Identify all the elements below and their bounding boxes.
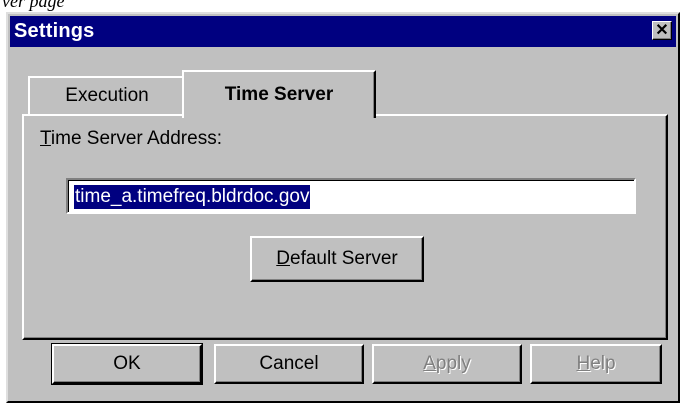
address-value: time_a.timefreq.bldrdoc.gov	[74, 185, 311, 209]
time-server-address-input[interactable]: time_a.timefreq.bldrdoc.gov	[66, 178, 636, 214]
label-rest: ime Server Address:	[50, 128, 222, 149]
settings-dialog: Settings ✕ Execution Time Server Time Se…	[6, 12, 680, 403]
ok-button[interactable]: OK	[51, 343, 203, 385]
time-server-address-label: Time Server Address:	[40, 128, 222, 150]
page-fragment-text: ver page	[2, 0, 65, 11]
apply-rest: pply	[435, 353, 471, 374]
cancel-button[interactable]: Cancel	[214, 344, 364, 384]
default-server-button[interactable]: Default Server	[250, 236, 424, 282]
cancel-label: Cancel	[259, 353, 319, 374]
apply-mnemonic: A	[423, 353, 436, 374]
default-server-mnemonic: D	[276, 248, 290, 269]
dialog-title: Settings	[14, 20, 95, 42]
apply-button[interactable]: Apply	[372, 344, 522, 384]
tab-time-server[interactable]: Time Server	[182, 70, 376, 118]
time-server-panel: Time Server Address: time_a.timefreq.bld…	[22, 114, 668, 340]
ok-label: OK	[113, 353, 141, 374]
help-rest: elp	[590, 353, 616, 374]
help-button[interactable]: Help	[530, 344, 662, 384]
default-server-rest: efault Server	[290, 248, 398, 269]
close-button[interactable]: ✕	[652, 21, 672, 40]
tab-execution-label: Execution	[65, 85, 149, 106]
help-mnemonic: H	[576, 353, 591, 374]
tab-execution[interactable]: Execution	[28, 76, 186, 116]
close-icon: ✕	[655, 22, 669, 39]
tab-time-server-label: Time Server	[224, 84, 334, 105]
label-mnemonic: T	[40, 128, 51, 149]
title-bar[interactable]: Settings ✕	[10, 16, 676, 47]
